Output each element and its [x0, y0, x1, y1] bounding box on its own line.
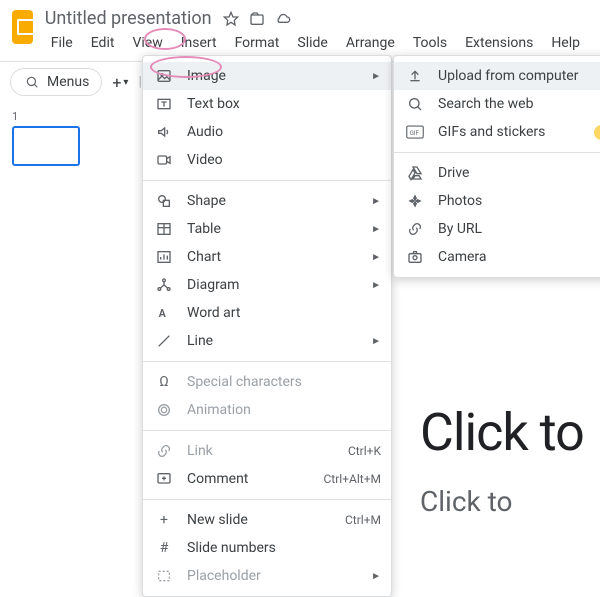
slide-preview: Click to Click to — [400, 360, 600, 560]
slide-thumbnail[interactable] — [12, 126, 80, 166]
menu-help[interactable]: Help — [543, 31, 588, 55]
submenu-arrow-icon: ► — [371, 71, 381, 82]
title-area: Untitled presentation File Edit View Ins… — [43, 8, 588, 55]
new-slide-button[interactable]: + ▾ — [112, 73, 128, 92]
textbox-icon — [155, 96, 173, 112]
image-drive[interactable]: Drive — [394, 159, 600, 187]
omega-icon: Ω — [155, 374, 173, 390]
image-photos[interactable]: Photos — [394, 187, 600, 215]
submenu-arrow-icon: ► — [371, 336, 381, 347]
link-icon — [406, 221, 424, 237]
upload-icon — [406, 68, 424, 84]
insert-wordart[interactable]: A Word art — [143, 299, 391, 327]
menus-label: Menus — [47, 74, 89, 90]
submenu-arrow-icon: ► — [371, 196, 381, 207]
insert-placeholder: Placeholder ► — [143, 562, 391, 590]
menubar: File Edit View Insert Format Slide Arran… — [43, 31, 588, 55]
menus-search[interactable]: Menus — [10, 68, 102, 96]
insert-image[interactable]: Image ► — [143, 62, 391, 90]
insert-shape[interactable]: Shape ► — [143, 187, 391, 215]
insert-menu: Image ► Text box Audio Video Shape ► Tab… — [142, 55, 392, 597]
thumbnail-panel: 1 — [0, 100, 70, 560]
move-icon[interactable] — [248, 10, 266, 28]
drive-icon — [406, 165, 424, 181]
thumb-number: 1 — [12, 110, 18, 123]
image-upload[interactable]: Upload from computer — [394, 62, 600, 90]
line-icon — [155, 333, 173, 349]
svg-text:GIF: GIF — [410, 130, 420, 137]
menu-file[interactable]: File — [43, 31, 81, 55]
image-submenu: Upload from computer Search the web GIF … — [393, 55, 600, 278]
link-icon — [155, 443, 173, 459]
insert-diagram[interactable]: Diagram ► — [143, 271, 391, 299]
audio-icon — [155, 124, 173, 140]
insert-new-slide[interactable]: + New slide Ctrl+M — [143, 506, 391, 534]
slide-title-placeholder[interactable]: Click to — [420, 402, 600, 463]
insert-table[interactable]: Table ► — [143, 215, 391, 243]
menu-insert[interactable]: Insert — [173, 31, 225, 55]
menu-format[interactable]: Format — [227, 31, 288, 55]
search-icon — [406, 96, 424, 112]
image-gifs[interactable]: GIF GIFs and stickers New — [394, 118, 600, 146]
animation-icon — [155, 402, 173, 418]
doc-title[interactable]: Untitled presentation — [43, 8, 214, 29]
plus-icon: + — [112, 73, 121, 92]
menu-extensions[interactable]: Extensions — [457, 31, 541, 55]
submenu-arrow-icon: ► — [371, 571, 381, 582]
cloud-icon[interactable] — [274, 10, 292, 28]
submenu-arrow-icon: ► — [371, 224, 381, 235]
insert-chart[interactable]: Chart ► — [143, 243, 391, 271]
shape-icon — [155, 193, 173, 209]
chart-icon — [155, 249, 173, 265]
chevron-down-icon: ▾ — [123, 77, 128, 88]
new-badge: New — [594, 125, 600, 140]
video-icon — [155, 152, 173, 168]
submenu-arrow-icon: ► — [371, 280, 381, 291]
star-icon[interactable] — [222, 10, 240, 28]
wordart-icon: A — [155, 305, 173, 321]
menu-tools[interactable]: Tools — [405, 31, 455, 55]
image-by-url[interactable]: By URL — [394, 215, 600, 243]
insert-slide-numbers[interactable]: # Slide numbers — [143, 534, 391, 562]
image-search-web[interactable]: Search the web — [394, 90, 600, 118]
gif-icon: GIF — [406, 125, 424, 139]
menu-slide[interactable]: Slide — [289, 31, 335, 55]
camera-icon — [406, 249, 424, 265]
insert-textbox[interactable]: Text box — [143, 90, 391, 118]
hash-icon: # — [155, 540, 173, 556]
app-header: Untitled presentation File Edit View Ins… — [0, 0, 600, 55]
menu-edit[interactable]: Edit — [83, 31, 123, 55]
slides-logo — [12, 10, 33, 44]
insert-animation: Animation — [143, 396, 391, 424]
insert-video[interactable]: Video — [143, 146, 391, 174]
placeholder-icon — [155, 568, 173, 584]
comment-icon — [155, 471, 173, 487]
slide-subtitle-placeholder[interactable]: Click to — [420, 485, 600, 518]
image-icon — [155, 68, 173, 84]
search-icon — [23, 73, 41, 91]
insert-line[interactable]: Line ► — [143, 327, 391, 355]
insert-image-label: Image — [187, 68, 357, 84]
insert-link: Link Ctrl+K — [143, 437, 391, 465]
submenu-arrow-icon: ► — [371, 252, 381, 263]
menu-view[interactable]: View — [124, 31, 170, 55]
plus-icon: + — [155, 512, 173, 528]
menu-arrange[interactable]: Arrange — [338, 31, 403, 55]
photos-icon — [406, 193, 424, 209]
insert-comment[interactable]: Comment Ctrl+Alt+M — [143, 465, 391, 493]
insert-audio[interactable]: Audio — [143, 118, 391, 146]
diagram-icon — [155, 277, 173, 293]
image-camera[interactable]: Camera — [394, 243, 600, 271]
table-icon — [155, 221, 173, 237]
insert-special-chars: Ω Special characters — [143, 368, 391, 396]
svg-text:A: A — [159, 307, 167, 320]
